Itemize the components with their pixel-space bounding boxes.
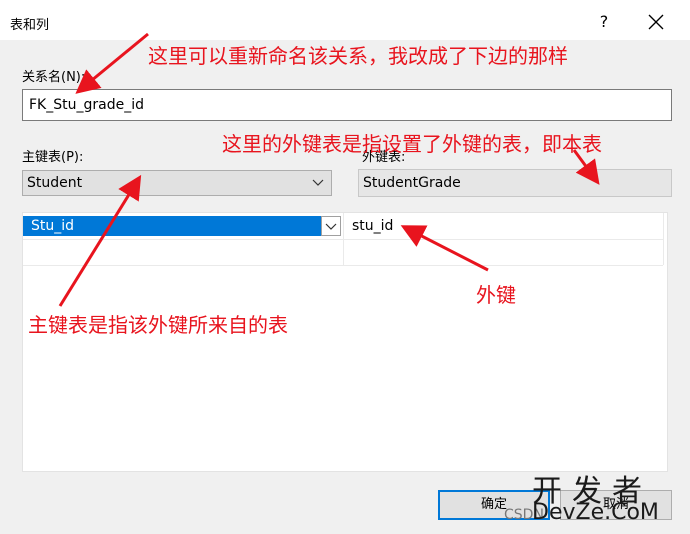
chevron-down-icon [312, 179, 324, 186]
grid-divider [663, 213, 664, 265]
primary-table-label: 主键表(P): [22, 150, 84, 165]
relation-name-label: 关系名(N): [22, 70, 86, 85]
primary-table-value: Student [27, 175, 83, 191]
window-edge [0, 40, 7, 534]
foreign-column-cell[interactable]: stu_id [352, 216, 393, 236]
arrow-to-relation-name [75, 32, 149, 94]
watermark-site: DevZe.CoM [532, 500, 659, 525]
annotation-primary-table: 主键表是指该外键所来自的表 [28, 313, 288, 337]
help-button[interactable]: ? [592, 10, 616, 34]
primary-column-cell[interactable]: Stu_id [23, 216, 321, 236]
foreign-table-field: StudentGrade [358, 169, 672, 197]
chevron-down-icon [325, 223, 337, 230]
column-mapping-grid: Stu_id stu_id [22, 212, 668, 472]
grid-divider [343, 213, 344, 265]
annotation-foreign-key: 外键 [476, 283, 516, 307]
window-title: 表和列 [10, 18, 50, 33]
relation-name-input[interactable]: FK_Stu_grade_id [22, 89, 672, 121]
primary-table-select[interactable]: Student [22, 170, 332, 196]
annotation-rename: 这里可以重新命名该关系，我改成了下边的那样 [148, 44, 568, 68]
close-icon[interactable] [646, 12, 666, 32]
title-bar: 表和列 ? [0, 0, 690, 40]
annotation-foreign-table: 这里的外键表是指设置了外键的表，即本表 [222, 132, 602, 156]
primary-column-dropdown[interactable] [321, 216, 341, 236]
